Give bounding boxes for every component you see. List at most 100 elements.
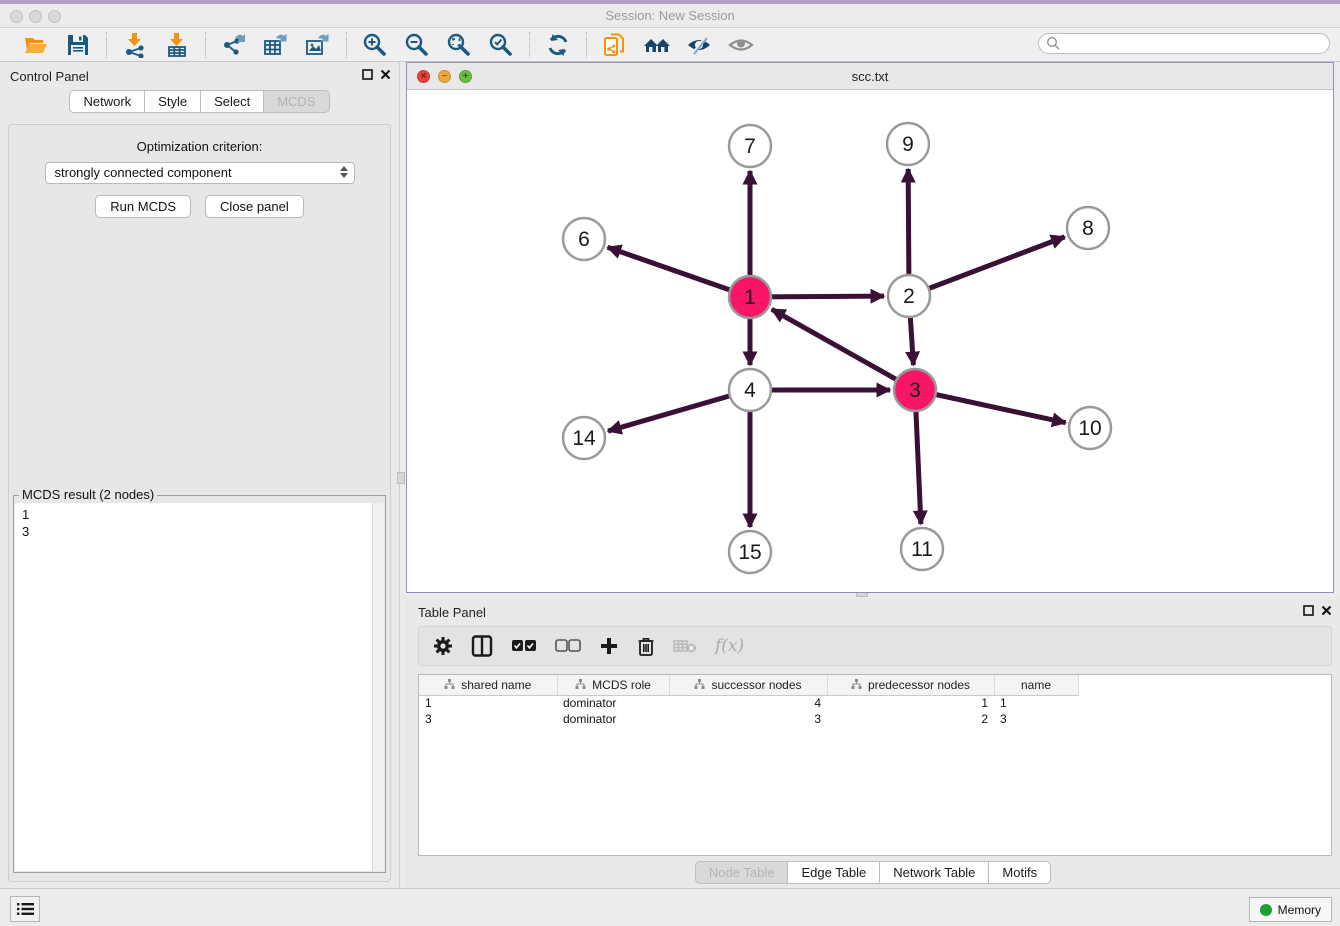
network-close-button[interactable]: × [417, 70, 430, 83]
column-tree-icon [851, 679, 862, 690]
splitter-handle-vertical[interactable] [397, 472, 405, 484]
show-all-button[interactable] [727, 31, 755, 59]
zoom-selected-button[interactable] [487, 31, 515, 59]
node-label: 1 [744, 286, 756, 309]
zoom-out-button[interactable] [403, 31, 431, 59]
graph-edge-2-8[interactable] [909, 237, 1065, 296]
tab-select[interactable]: Select [200, 90, 264, 113]
graph-node-3[interactable]: 3 [894, 369, 936, 411]
tab-style[interactable]: Style [144, 90, 201, 113]
result-item[interactable]: 3 [22, 523, 372, 540]
column-tree-icon [575, 679, 586, 690]
graph-edge-3-1[interactable] [772, 309, 915, 390]
graph-node-15[interactable]: 15 [729, 531, 771, 573]
run-mcds-button[interactable]: Run MCDS [95, 195, 191, 218]
eye-icon [728, 32, 754, 58]
column-label: successor nodes [711, 678, 801, 692]
graph-node-6[interactable]: 6 [563, 218, 605, 260]
graph-node-8[interactable]: 8 [1067, 207, 1109, 249]
tab-edge-table[interactable]: Edge Table [787, 861, 880, 884]
unselect-all-icon[interactable] [555, 639, 581, 653]
select-stepper-icon [340, 166, 348, 178]
node-table-header[interactable]: shared name MCDS role successor nodes pr… [419, 675, 1078, 695]
table-cell[interactable]: 3 [994, 711, 1078, 727]
node-label: 10 [1078, 417, 1101, 440]
add-column-icon[interactable] [599, 636, 619, 656]
float-table-panel-icon[interactable] [1303, 605, 1314, 616]
network-window-title: scc.txt [407, 63, 1333, 90]
node-table[interactable]: shared name MCDS role successor nodes pr… [418, 674, 1332, 856]
table-cell[interactable]: dominator [557, 695, 669, 711]
zoom-in-button[interactable] [361, 31, 389, 59]
graph-node-4[interactable]: 4 [729, 369, 771, 411]
close-panel-icon[interactable] [380, 69, 391, 80]
hide-selected-button[interactable] [685, 31, 713, 59]
save-session-button[interactable] [64, 31, 92, 59]
node-label: 8 [1082, 217, 1094, 240]
graph-edges[interactable] [608, 169, 1066, 527]
table-cell[interactable]: 2 [827, 711, 994, 727]
table-row[interactable]: 3dominator323 [419, 711, 1078, 727]
table-cell[interactable]: 1 [994, 695, 1078, 711]
mcds-result-box: MCDS result (2 nodes) 13 [13, 495, 386, 873]
show-columns-icon[interactable] [471, 635, 493, 657]
table-panel-title: Table Panel [418, 605, 486, 620]
export-image-button[interactable] [304, 31, 332, 59]
network-minimize-button[interactable]: − [438, 70, 451, 83]
import-network-button[interactable] [121, 31, 149, 59]
export-table-button[interactable] [262, 31, 290, 59]
close-window-button[interactable] [10, 10, 23, 23]
table-cell[interactable]: 1 [419, 695, 557, 711]
graph-node-14[interactable]: 14 [563, 417, 605, 459]
network-maximize-button[interactable]: + [459, 70, 472, 83]
criterion-select[interactable]: strongly connected component [45, 162, 355, 184]
tab-network[interactable]: Network [69, 90, 145, 113]
zoom-window-button[interactable] [48, 10, 61, 23]
import-table-button[interactable] [163, 31, 191, 59]
memory-label: Memory [1278, 903, 1321, 917]
network-canvas[interactable]: 7 9 6 8 1 2 4 3 14 10 15 11 [407, 90, 1333, 592]
open-session-button[interactable] [22, 31, 50, 59]
result-scrollbar[interactable] [372, 503, 384, 871]
memory-button[interactable]: Memory [1249, 897, 1332, 922]
graph-node-11[interactable]: 11 [901, 528, 943, 570]
table-cell[interactable]: 4 [669, 695, 827, 711]
mcds-result-list[interactable]: 13 [15, 503, 372, 871]
graph-node-2[interactable]: 2 [888, 275, 930, 317]
table-cell[interactable]: 3 [419, 711, 557, 727]
graph-node-7[interactable]: 7 [729, 125, 771, 167]
node-label: 7 [744, 135, 756, 158]
table-row[interactable]: 1dominator411 [419, 695, 1078, 711]
close-panel-button[interactable]: Close panel [205, 195, 304, 218]
tab-motifs[interactable]: Motifs [988, 861, 1051, 884]
tab-network-table[interactable]: Network Table [879, 861, 989, 884]
duplicate-network-button[interactable] [601, 31, 629, 59]
select-all-icon[interactable] [511, 639, 537, 653]
result-item[interactable]: 1 [22, 506, 372, 523]
graph-edge-1-6[interactable] [608, 247, 750, 297]
network-window: × − + scc.txt 7 9 6 8 1 2 4 3 14 10 15 11 [406, 62, 1334, 593]
graph-node-10[interactable]: 10 [1069, 407, 1111, 449]
graph-edge-3-10[interactable] [915, 390, 1066, 423]
search-input[interactable] [1061, 35, 1329, 52]
node-label: 15 [738, 541, 761, 564]
export-network-button[interactable] [220, 31, 248, 59]
tab-mcds[interactable]: MCDS [263, 90, 329, 113]
delete-icon[interactable] [637, 636, 655, 657]
table-cell[interactable]: dominator [557, 711, 669, 727]
tab-node-table[interactable]: Node Table [695, 861, 789, 884]
close-table-panel-icon[interactable] [1321, 605, 1332, 616]
zoom-out-icon [404, 32, 430, 58]
zoom-fit-button[interactable] [445, 31, 473, 59]
table-cell[interactable]: 3 [669, 711, 827, 727]
gear-icon[interactable] [433, 636, 453, 656]
graph-node-9[interactable]: 9 [887, 123, 929, 165]
float-panel-icon[interactable] [362, 69, 373, 80]
refresh-button[interactable] [544, 31, 572, 59]
node-table-body[interactable]: 1dominator4113dominator323 [419, 695, 1078, 727]
home-button[interactable] [643, 31, 671, 59]
graph-node-1[interactable]: 1 [729, 276, 771, 318]
show-panels-button[interactable] [10, 896, 40, 922]
table-cell[interactable]: 1 [827, 695, 994, 711]
minimize-window-button[interactable] [29, 10, 42, 23]
